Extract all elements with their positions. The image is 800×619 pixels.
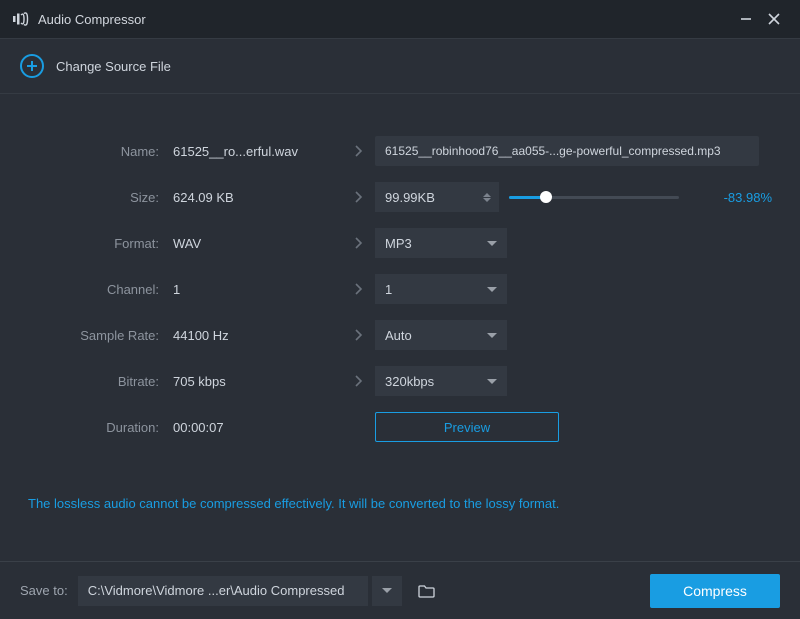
original-sample-rate: 44100 Hz xyxy=(173,328,343,343)
size-reduction-percent: -83.98% xyxy=(712,190,772,205)
minimize-button[interactable] xyxy=(732,5,760,33)
sample-rate-value: Auto xyxy=(385,328,412,343)
caret-down-icon xyxy=(487,287,497,292)
label-size: Size: xyxy=(28,190,173,205)
compress-label: Compress xyxy=(683,583,747,599)
change-source-label: Change Source File xyxy=(56,59,171,74)
original-size: 624.09 KB xyxy=(173,190,343,205)
save-path-dropdown[interactable] xyxy=(372,576,402,606)
label-channel: Channel: xyxy=(28,282,173,297)
preview-label: Preview xyxy=(444,420,490,435)
chevron-right-icon xyxy=(343,145,375,157)
label-duration: Duration: xyxy=(28,420,173,435)
footer: Save to: C:\Vidmore\Vidmore ...er\Audio … xyxy=(0,561,800,619)
output-name-field[interactable]: 61525__robinhood76__aa055-...ge-powerful… xyxy=(375,136,759,166)
lossless-note: The lossless audio cannot be compressed … xyxy=(28,496,772,511)
label-name: Name: xyxy=(28,144,173,159)
duration-value: 00:00:07 xyxy=(173,420,343,435)
bitrate-value: 320kbps xyxy=(385,374,434,389)
main-panel: Name: 61525__ro...erful.wav 61525__robin… xyxy=(0,94,800,561)
chevron-right-icon xyxy=(343,191,375,203)
original-format: WAV xyxy=(173,236,343,251)
output-name-text: 61525__robinhood76__aa055-...ge-powerful… xyxy=(385,144,721,158)
format-value: MP3 xyxy=(385,236,412,251)
close-button[interactable] xyxy=(760,5,788,33)
chevron-right-icon xyxy=(343,283,375,295)
caret-down-icon xyxy=(487,379,497,384)
label-format: Format: xyxy=(28,236,173,251)
original-bitrate: 705 kbps xyxy=(173,374,343,389)
row-channel: Channel: 1 1 xyxy=(28,266,772,312)
format-select[interactable]: MP3 xyxy=(375,228,507,258)
caret-down-icon xyxy=(483,198,491,208)
channel-value: 1 xyxy=(385,282,392,297)
slider-thumb[interactable] xyxy=(540,191,552,203)
caret-down-icon xyxy=(382,588,392,593)
chevron-right-icon xyxy=(343,375,375,387)
label-sample-rate: Sample Rate: xyxy=(28,328,173,343)
target-size-value: 99.99KB xyxy=(385,190,435,205)
sample-rate-select[interactable]: Auto xyxy=(375,320,507,350)
open-folder-button[interactable] xyxy=(412,576,442,606)
folder-icon xyxy=(418,584,436,598)
row-bitrate: Bitrate: 705 kbps 320kbps xyxy=(28,358,772,404)
add-icon xyxy=(20,54,44,78)
original-channel: 1 xyxy=(173,282,343,297)
save-path-text: C:\Vidmore\Vidmore ...er\Audio Compresse… xyxy=(88,583,345,598)
window-title: Audio Compressor xyxy=(38,12,146,27)
caret-down-icon xyxy=(487,333,497,338)
row-sample-rate: Sample Rate: 44100 Hz Auto xyxy=(28,312,772,358)
row-name: Name: 61525__ro...erful.wav 61525__robin… xyxy=(28,128,772,174)
spinner-down[interactable] xyxy=(479,198,495,208)
app-icon xyxy=(12,10,30,28)
caret-up-icon xyxy=(483,187,491,197)
label-bitrate: Bitrate: xyxy=(28,374,173,389)
row-size: Size: 624.09 KB 99.99KB -83.98% xyxy=(28,174,772,220)
change-source-bar[interactable]: Change Source File xyxy=(0,38,800,94)
spinner-up[interactable] xyxy=(479,187,495,197)
caret-down-icon xyxy=(487,241,497,246)
bitrate-select[interactable]: 320kbps xyxy=(375,366,507,396)
row-duration: Duration: 00:00:07 Preview xyxy=(28,404,772,450)
compress-button[interactable]: Compress xyxy=(650,574,780,608)
save-to-label: Save to: xyxy=(20,583,68,598)
chevron-right-icon xyxy=(343,329,375,341)
title-bar: Audio Compressor xyxy=(0,0,800,38)
original-name: 61525__ro...erful.wav xyxy=(173,144,343,159)
size-slider[interactable] xyxy=(509,196,679,199)
target-size-spinner[interactable]: 99.99KB xyxy=(375,182,499,212)
channel-select[interactable]: 1 xyxy=(375,274,507,304)
save-path-field[interactable]: C:\Vidmore\Vidmore ...er\Audio Compresse… xyxy=(78,576,368,606)
row-format: Format: WAV MP3 xyxy=(28,220,772,266)
preview-button[interactable]: Preview xyxy=(375,412,559,442)
chevron-right-icon xyxy=(343,237,375,249)
